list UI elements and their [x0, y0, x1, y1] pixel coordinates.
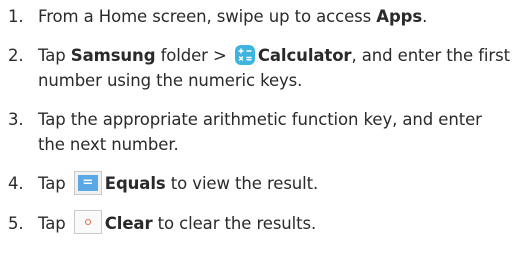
- step-text: folder >: [155, 46, 232, 65]
- step-text: .: [422, 7, 428, 26]
- step-text: to clear the results.: [152, 213, 317, 233]
- clear-dot-icon: [84, 219, 91, 225]
- step-number: 4.: [8, 174, 24, 193]
- step-number: 2.: [8, 46, 24, 65]
- calculator-label: Calculator: [257, 46, 352, 65]
- clear-label: Clear: [104, 213, 153, 233]
- step-text: Tap: [38, 46, 71, 65]
- step-5: 5. Tap Clear to clear the results.: [8, 210, 513, 237]
- step-number: 1.: [8, 7, 24, 26]
- step-text: to view the result.: [165, 174, 319, 193]
- step-4: 4. Tap = Equals to view the result.: [8, 170, 513, 197]
- step-text: Tap: [38, 174, 71, 193]
- step-number: 3.: [8, 110, 24, 129]
- apps-label: Apps: [376, 7, 423, 26]
- step-number: 5.: [8, 213, 24, 233]
- step-text: Tap: [38, 213, 71, 233]
- calculator-app-icon: [234, 44, 255, 65]
- samsung-folder-label: Samsung: [70, 46, 156, 65]
- step-text: Tap the appropriate arithmetic function …: [38, 110, 482, 154]
- equals-key-icon: =: [73, 170, 102, 195]
- step-text: From a Home screen, swipe up to access: [38, 7, 377, 26]
- step-2: 2. Tap Samsung folder > Calculator, and …: [8, 43, 513, 93]
- step-1: 1. From a Home screen, swipe up to acces…: [8, 4, 513, 29]
- instruction-steps: 1. From a Home screen, swipe up to acces…: [8, 4, 513, 236]
- step-3: 3. Tap the appropriate arithmetic functi…: [8, 107, 513, 157]
- clear-key-icon: [73, 210, 102, 234]
- equals-glyph: =: [77, 174, 98, 191]
- equals-label: Equals: [104, 174, 166, 193]
